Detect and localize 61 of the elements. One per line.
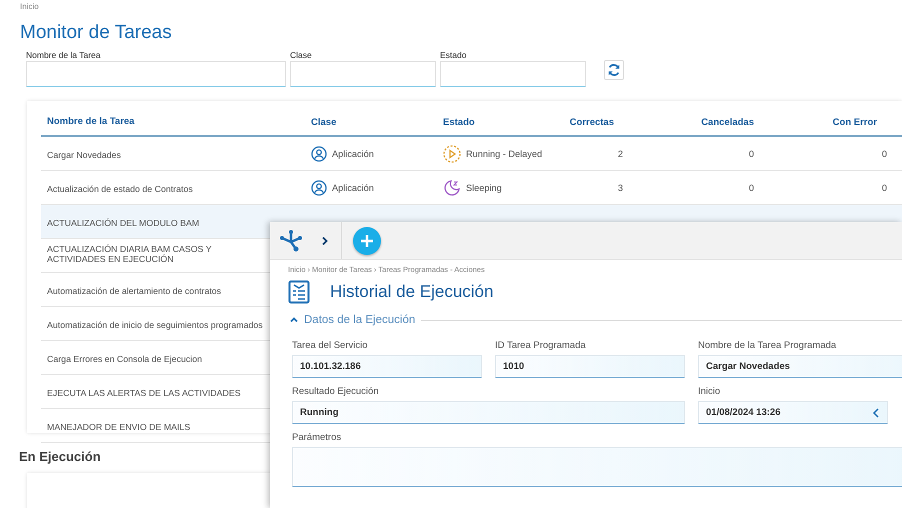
table-cell-text: ACTUALIZACIÓN DIARIA BAM CASOS Y ACTIVIDADES EN EJECUCIÓN [47,244,212,265]
table-cell: Sleeping [466,182,502,192]
input-field[interactable]: 10.101.32.186 [292,355,482,378]
input-field[interactable]: Running [292,401,685,424]
text-area[interactable] [292,447,902,487]
table-cell-text: 0 [748,182,754,192]
table-cell: Aplicación [332,148,374,158]
table-cell: Running - Delayed [466,148,542,158]
field-label: Nombre de la Tarea [26,50,102,61]
chevron-icon[interactable] [872,408,880,418]
input-field[interactable] [290,61,436,87]
panel-title: Historial de Ejecución [330,282,494,302]
table-cell-text: 0 [880,182,887,192]
field-label: Estado [440,50,468,61]
input-field[interactable]: Cargar Novedades [698,355,902,378]
field-label: Nombre de la Tarea Programada [698,340,838,351]
table-cell: EJECUTA LAS ALERTAS DE LAS ACTIVIDADES [47,388,241,398]
table-row[interactable]: Cargar Novedades Aplicación Running - Delayed 2 0 0 [41,137,902,171]
table-cell-text: 0 [880,148,887,158]
field-label: ID Tarea Programada [495,340,587,351]
table-cell: MANEJADOR DE ENVIO DE MAILS [47,422,190,432]
input-field[interactable] [440,61,586,87]
moon-icon [443,178,461,196]
table-cell: Carga Errores en Consola de Ejecucion [47,354,202,364]
table-cell: ACTUALIZACIÓN DEL MODULO BAM [47,218,200,228]
user-icon [311,180,327,196]
chevron-icon[interactable] [320,236,330,246]
field-label: Resultado Ejecución [292,386,380,397]
column-header[interactable]: Canceladas [614,116,754,128]
form-icon [288,280,310,304]
input-field[interactable] [26,61,286,87]
table-cell-text: 2 [616,148,623,158]
table-cell: Cargar Novedades [47,150,121,160]
column-header[interactable]: Correctas [553,116,614,128]
field-label: Inicio [698,386,722,397]
input-field[interactable]: 1010 [495,355,685,378]
section-toggle[interactable]: Datos de la Ejecución [288,314,416,326]
column-header[interactable]: Clase [311,116,443,128]
column-header[interactable]: Estado [443,116,553,128]
field-label: Parámetros [292,432,342,443]
table-cell: Aplicación [332,182,374,192]
table-cell: Automatización de inicio de seguimientos programados [47,320,263,330]
table-cell: Automatización de alertamiento de contratos [47,286,222,296]
column-header[interactable]: Nombre de la Tarea [41,116,311,128]
add-button[interactable] [353,226,381,254]
refresh-button[interactable] [604,60,624,80]
refresh-icon [607,63,621,77]
date-field[interactable]: 01/08/2024 13:26 [698,401,888,424]
breadcrumb[interactable]: Inicio [20,0,902,16]
section-title: En Ejecución [19,449,102,465]
column-header[interactable]: Con Error [754,116,877,128]
network-icon[interactable] [278,228,304,252]
page-title: Monitor de Tareas [20,22,173,44]
table-cell-text: 3 [616,182,623,192]
field-label: Tarea del Servicio [292,340,369,351]
user-icon [311,146,327,162]
play-icon [443,144,461,162]
field-label: Clase [290,50,313,61]
plus-icon [360,234,374,248]
table-cell-text: 0 [748,148,754,158]
table-cell: Actualización de estado de Contratos [47,184,193,194]
